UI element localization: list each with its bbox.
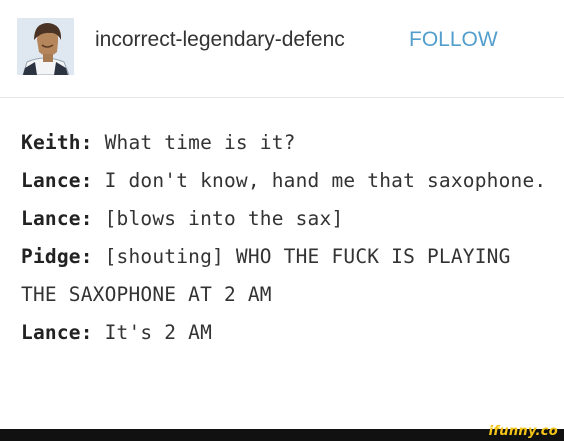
blog-avatar[interactable] [17, 18, 74, 75]
speaker-name: Lance: [21, 321, 93, 344]
dialogue-text: It's 2 AM [92, 321, 213, 344]
dialogue-line: Lance: I don't know, hand me that saxoph… [21, 162, 551, 200]
speaker-name: Pidge: [21, 245, 93, 268]
dialogue-line: Lance: It's 2 AM [21, 314, 551, 352]
dialogue-line: Pidge: [shouting] WHO THE FUCK IS PLAYIN… [21, 238, 551, 314]
post-card: incorrect-legendary-defenc FOLLOW Keith:… [0, 0, 564, 441]
dialogue-text: What time is it? [92, 131, 296, 154]
avatar-image [17, 18, 74, 75]
watermark-bar [0, 429, 564, 441]
speaker-name: Lance: [21, 207, 93, 230]
dialogue-text: I don't know, hand me that saxophone. [92, 169, 547, 192]
post-header: incorrect-legendary-defenc FOLLOW [0, 0, 564, 98]
follow-button[interactable]: FOLLOW [409, 28, 498, 52]
ifunny-watermark: ifunny.co [488, 424, 558, 439]
dialogue-line: Keith: What time is it? [21, 124, 551, 162]
blog-name-link[interactable]: incorrect-legendary-defenc [95, 28, 367, 52]
speaker-name: Lance: [21, 169, 93, 192]
dialogue-text: [shouting] WHO THE FUCK IS PLAYING THE S… [21, 245, 523, 306]
dialogue-text: [blows into the sax] [92, 207, 344, 230]
speaker-name: Keith: [21, 131, 93, 154]
post-body: Keith: What time is it? Lance: I don't k… [21, 124, 551, 352]
dialogue-line: Lance: [blows into the sax] [21, 200, 551, 238]
